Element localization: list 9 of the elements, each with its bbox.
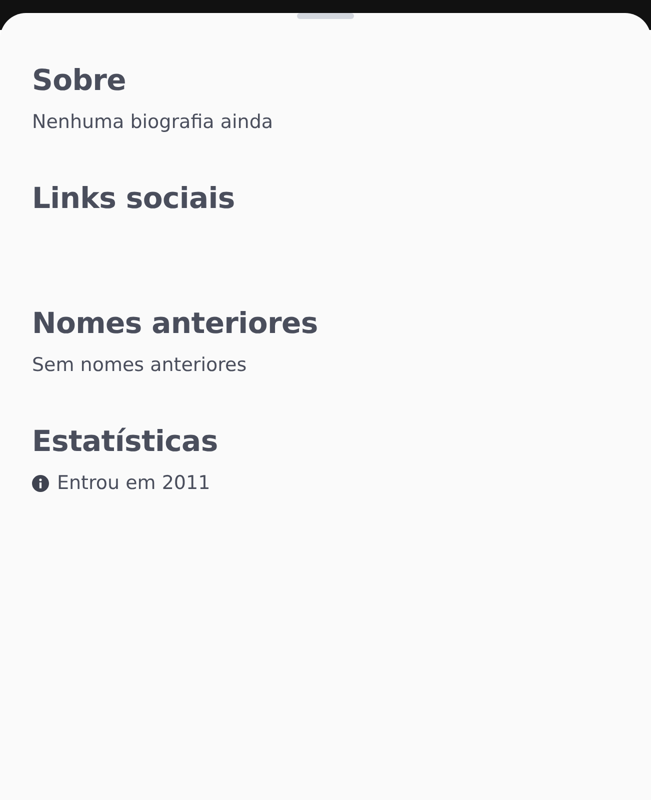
joined-text: Entrou em 2011 xyxy=(57,471,210,495)
section-heading: Nomes anteriores xyxy=(32,305,319,341)
info-icon xyxy=(32,474,49,492)
section-heading: Estatísticas xyxy=(32,423,219,459)
section-text: Sem nomes anteriores xyxy=(32,353,248,377)
section-text: Nenhuma biografia ainda xyxy=(32,110,274,134)
section-heading: Sobre xyxy=(32,62,128,98)
section-heading: Links sociais xyxy=(32,180,236,216)
drag-handle[interactable] xyxy=(297,13,354,19)
